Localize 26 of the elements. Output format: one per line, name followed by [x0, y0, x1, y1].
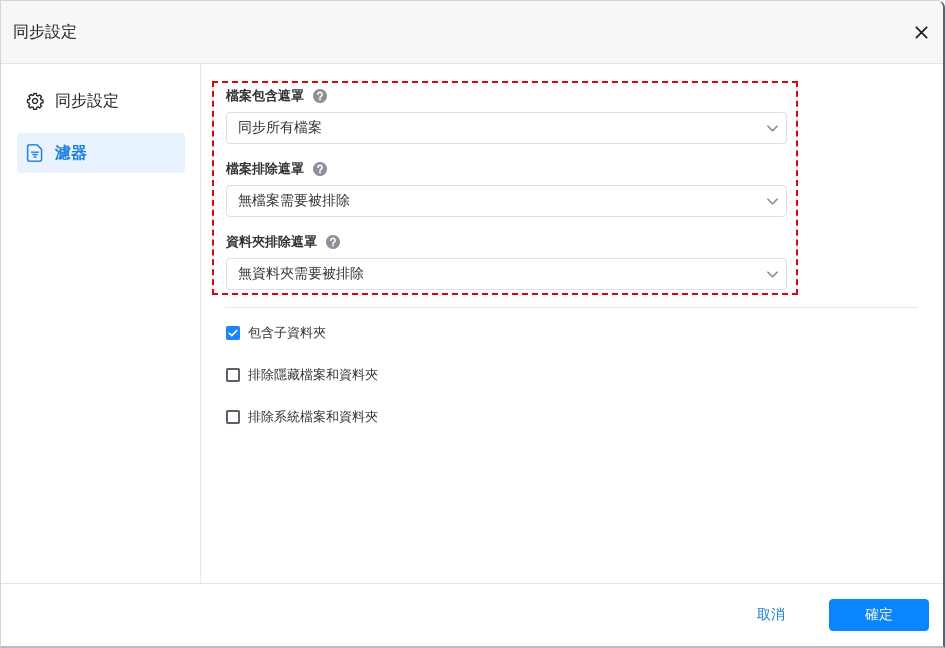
- gear-icon: [26, 92, 44, 110]
- dropdown-select[interactable]: 無檔案需要被排除: [226, 185, 787, 217]
- dialog-title: 同步設定: [13, 22, 77, 42]
- checkbox-label[interactable]: 排除隱藏檔案和資料夾: [248, 366, 378, 384]
- field-label: 檔案包含遮罩: [226, 87, 304, 105]
- chevron-down-icon: [767, 198, 778, 204]
- chevron-down-icon: [767, 124, 778, 132]
- confirm-button[interactable]: 確定: [829, 599, 929, 631]
- cancel-button[interactable]: 取消: [731, 599, 811, 631]
- checkbox-label[interactable]: 包含子資料夾: [248, 324, 326, 342]
- filter-document-icon: [26, 144, 44, 162]
- help-icon[interactable]: [326, 235, 340, 249]
- sidebar-item[interactable]: 同步設定: [17, 81, 185, 121]
- checkbox-label[interactable]: 排除系統檔案和資料夾: [248, 408, 378, 426]
- checkbox[interactable]: [226, 326, 240, 340]
- checkbox[interactable]: [226, 410, 240, 424]
- checkbox[interactable]: [226, 368, 240, 382]
- field-label: 檔案排除遮罩: [226, 160, 304, 178]
- dropdown-select[interactable]: 同步所有檔案: [226, 112, 787, 144]
- help-icon[interactable]: [313, 162, 327, 176]
- help-icon[interactable]: [313, 89, 327, 103]
- dropdown-select[interactable]: 無資料夾需要被排除: [226, 258, 787, 290]
- close-icon[interactable]: [915, 26, 928, 38]
- sidebar-item[interactable]: 濾器: [17, 133, 185, 173]
- chevron-down-icon: [767, 270, 778, 278]
- field-label: 資料夾排除遮罩: [226, 233, 317, 251]
